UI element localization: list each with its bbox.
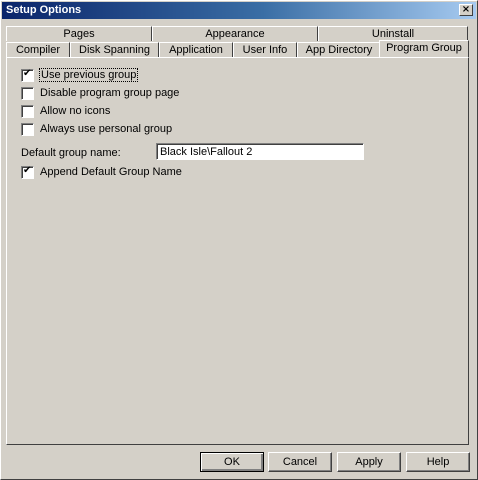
use-previous-group-checkbox[interactable] (21, 68, 34, 82)
tab-app-directory[interactable]: App Directory (297, 42, 381, 57)
disable-program-group-page-checkbox[interactable] (21, 86, 34, 100)
allow-no-icons-checkbox[interactable] (21, 104, 34, 118)
disable-program-group-page-label: Disable program group page (40, 87, 180, 99)
default-group-name-input[interactable]: Black Isle\Fallout 2 (156, 143, 364, 160)
append-default-group-name-option[interactable]: Append Default Group Name (21, 165, 182, 179)
allow-no-icons-option[interactable]: Allow no icons (21, 104, 110, 118)
always-use-personal-group-checkbox[interactable] (21, 122, 34, 136)
title-bar[interactable]: Setup Options × (2, 2, 476, 19)
tab-uninstall[interactable]: Uninstall (318, 26, 468, 41)
append-default-group-name-label: Append Default Group Name (40, 166, 182, 178)
window-title: Setup Options (6, 4, 82, 16)
use-previous-group-option[interactable]: Use previous group (21, 68, 139, 82)
always-use-personal-group-label: Always use personal group (40, 123, 173, 135)
tab-program-group[interactable]: Program Group (379, 40, 469, 57)
program-group-panel: Use previous group Disable program group… (6, 57, 469, 445)
tab-disk-spanning[interactable]: Disk Spanning (70, 42, 159, 57)
append-default-group-name-checkbox[interactable] (21, 165, 34, 179)
allow-no-icons-label: Allow no icons (40, 105, 111, 117)
tab-compiler[interactable]: Compiler (6, 42, 70, 57)
close-button[interactable]: × (459, 4, 473, 16)
apply-button[interactable]: Apply (337, 452, 401, 472)
tab-appearance[interactable]: Appearance (152, 26, 318, 41)
tab-user-info[interactable]: User Info (233, 42, 297, 57)
help-button[interactable]: Help (406, 452, 470, 472)
use-previous-group-label: Use previous group (38, 68, 139, 82)
tab-application[interactable]: Application (159, 42, 233, 57)
disable-program-group-page-option[interactable]: Disable program group page (21, 86, 179, 100)
always-use-personal-group-option[interactable]: Always use personal group (21, 122, 172, 136)
default-group-name-label: Default group name: (21, 147, 121, 159)
ok-button[interactable]: OK (200, 452, 264, 472)
tab-pages[interactable]: Pages (6, 26, 152, 41)
cancel-button[interactable]: Cancel (268, 452, 332, 472)
